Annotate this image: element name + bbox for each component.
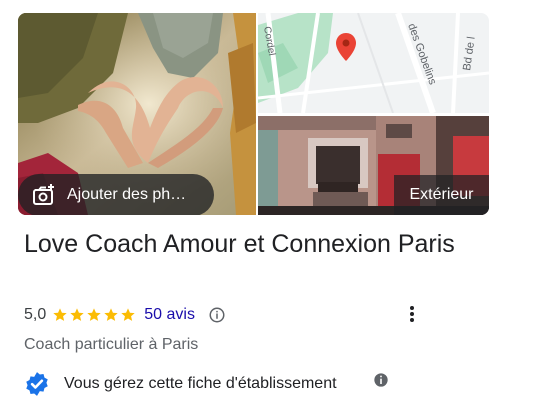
business-name: Love Coach Amour et Connexion Paris	[24, 230, 455, 258]
business-category: Coach particulier à Paris	[24, 336, 199, 353]
more-options-button[interactable]	[400, 302, 424, 326]
star-icon	[121, 308, 135, 321]
photo-gallery: Ajouter des ph… Cordel des Gobelins Bd d…	[18, 13, 489, 215]
more-vertical-icon	[410, 306, 414, 322]
rating-value: 5,0	[24, 306, 47, 323]
exterior-photo[interactable]: Extérieur	[258, 116, 489, 215]
exterior-label: Extérieur	[394, 175, 489, 215]
rating-row: 5,0 50 avis	[24, 304, 226, 326]
add-photos-label: Ajouter des ph…	[67, 186, 187, 203]
star-icon	[104, 308, 118, 321]
star-rating	[52, 307, 137, 323]
verified-owner-row: Vous gérez cette fiche d'établissement	[24, 371, 337, 397]
star-icon	[87, 308, 101, 321]
star-icon	[53, 308, 67, 321]
info-icon[interactable]	[208, 306, 226, 324]
map-image: Cordel des Gobelins Bd de l	[258, 13, 489, 113]
verified-info-icon[interactable]	[373, 372, 389, 388]
add-photos-button[interactable]: Ajouter des ph…	[18, 174, 214, 215]
add-photo-camera-icon	[33, 184, 54, 205]
reviews-link[interactable]: 50 avis	[144, 306, 195, 324]
verified-text: Vous gérez cette fiche d'établissement	[64, 375, 337, 392]
map-thumbnail[interactable]: Cordel des Gobelins Bd de l	[258, 13, 489, 113]
main-photo[interactable]: Ajouter des ph…	[18, 13, 256, 215]
star-icon	[70, 308, 84, 321]
verified-badge-icon	[26, 372, 48, 396]
